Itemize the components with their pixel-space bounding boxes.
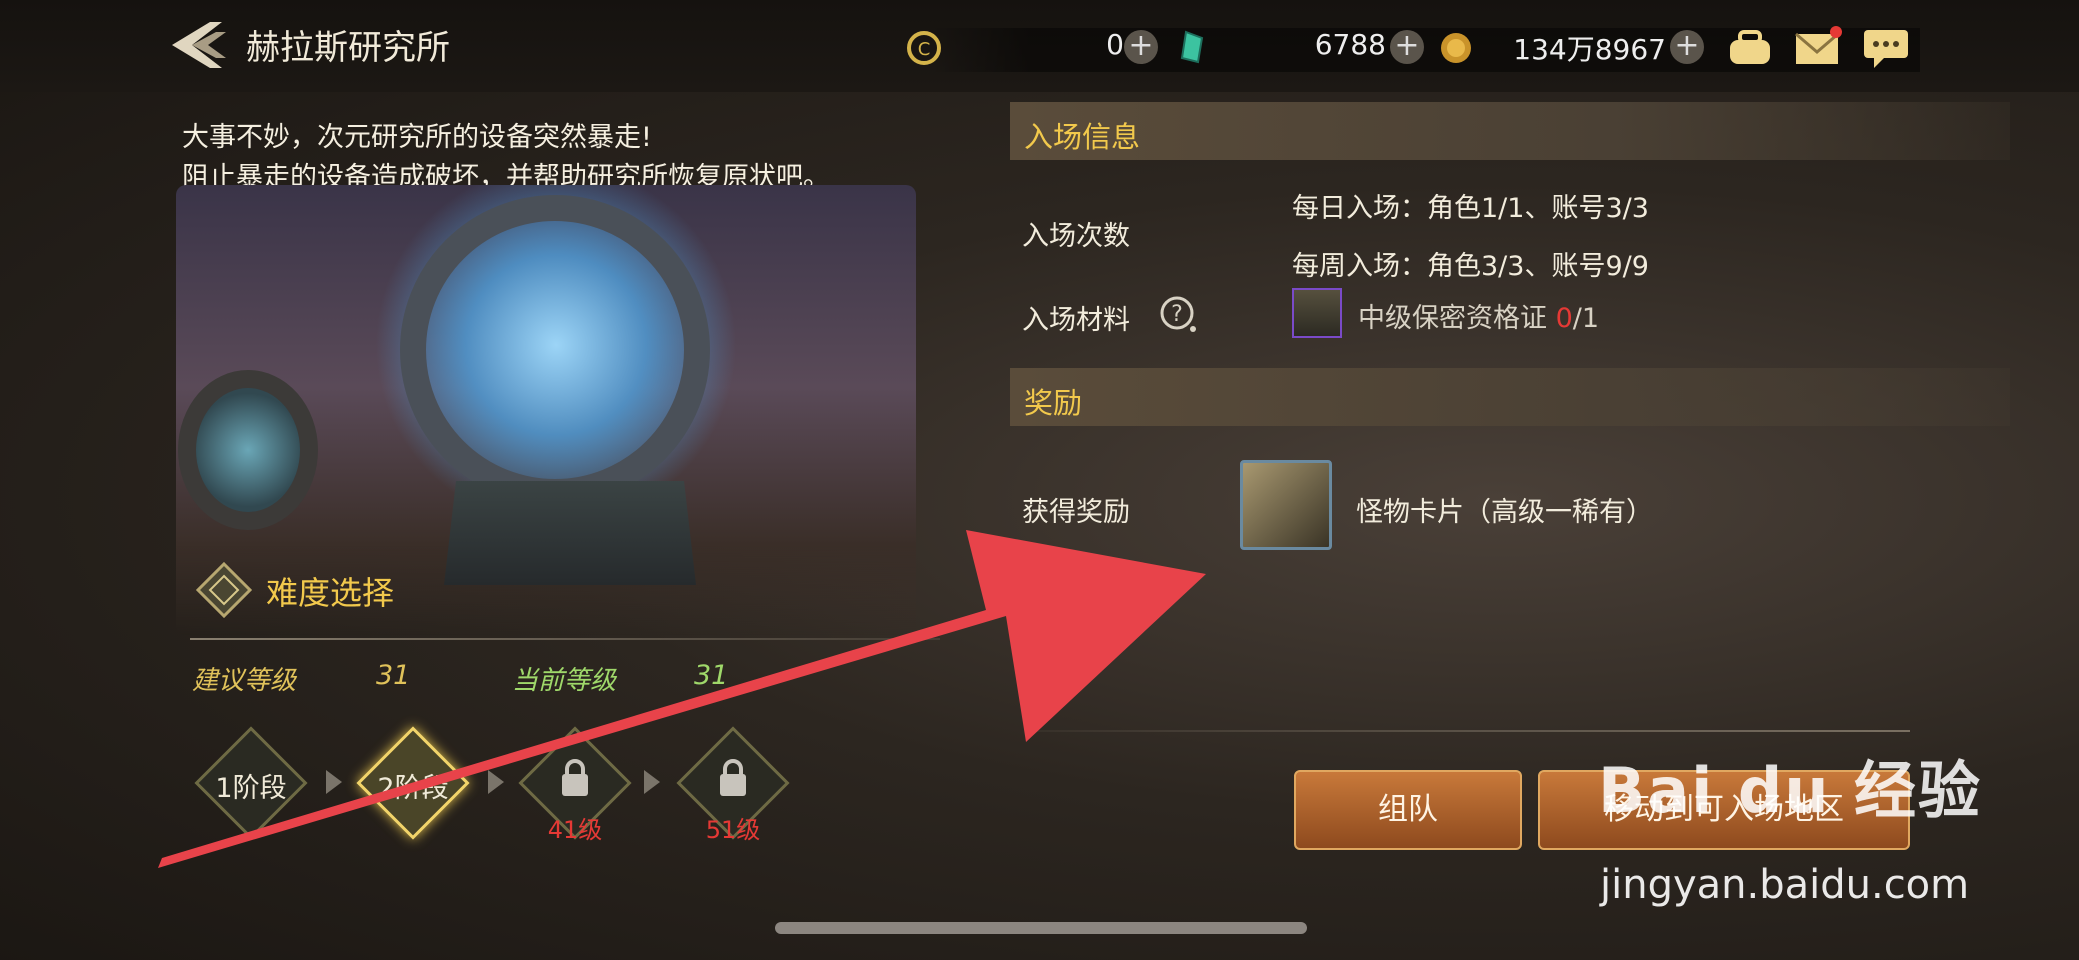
baidu-watermark-url: jingyan.baidu.com <box>1600 862 1970 908</box>
baidu-watermark-logo: Bai du 经验 <box>1598 754 1983 827</box>
home-indicator[interactable] <box>775 922 1307 934</box>
